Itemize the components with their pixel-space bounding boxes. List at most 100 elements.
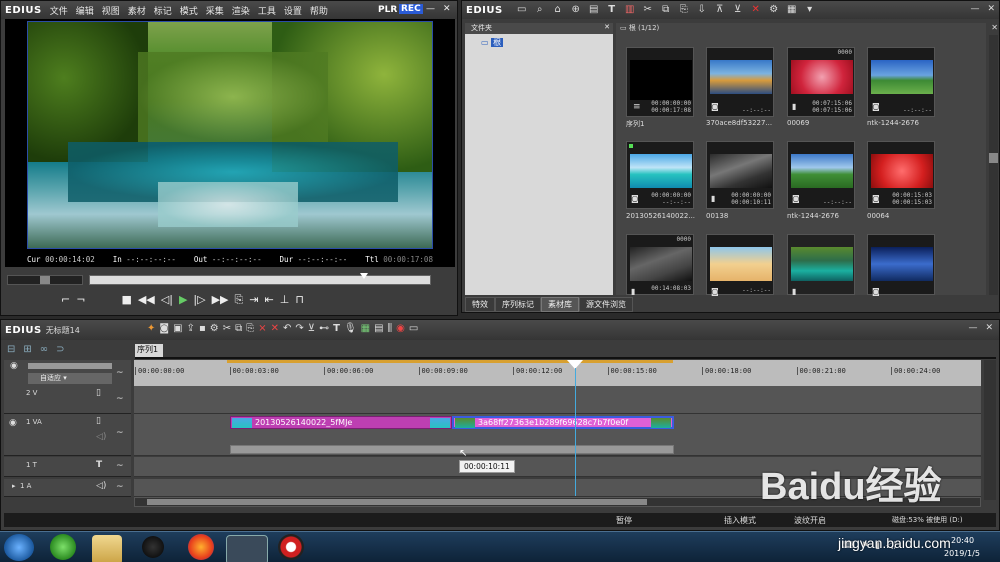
menu-help[interactable]: 帮助 bbox=[306, 4, 332, 17]
output-icon[interactable]: ⊓ bbox=[295, 293, 304, 307]
tab-source-browser[interactable]: 源文件浏览 bbox=[579, 297, 633, 312]
folder-root[interactable]: ▭ 根 bbox=[465, 34, 613, 51]
record-app-icon[interactable] bbox=[278, 534, 304, 560]
close-icon[interactable]: ✕ bbox=[443, 4, 451, 14]
export-icon[interactable]: ⇪ bbox=[187, 323, 195, 334]
title-icon[interactable]: T bbox=[605, 4, 619, 16]
keyboard-icon[interactable]: ⌨ bbox=[842, 541, 855, 551]
paste-icon[interactable]: ⎘ bbox=[246, 323, 254, 334]
set-in-out-icon[interactable]: ⊷ bbox=[319, 323, 329, 334]
network-icon[interactable]: ▮ bbox=[875, 541, 880, 551]
menu-render[interactable]: 渲染 bbox=[228, 4, 254, 17]
mode-insert-icon[interactable]: ⊟ bbox=[7, 344, 15, 355]
bin-close-icon[interactable]: ✕ bbox=[987, 4, 995, 14]
sync-lock-icon[interactable]: ∞ bbox=[40, 344, 48, 355]
menu-mode[interactable]: 模式 bbox=[176, 4, 202, 17]
effect-icon[interactable]: ✦ bbox=[147, 323, 155, 334]
timeline-clip[interactable]: 3a68ff27363e1b289f69628c7b7f0e0f bbox=[452, 416, 674, 429]
color-bars-icon[interactable]: ▥ bbox=[623, 4, 637, 16]
grid-icon[interactable]: ▤ bbox=[374, 323, 383, 334]
record-icon[interactable]: ◉ bbox=[396, 323, 405, 334]
search-icon[interactable]: ⌕ bbox=[533, 4, 547, 16]
clip-thumbnail[interactable]: 0000 00:07:15:06 00:07:15:06 ▮ bbox=[787, 47, 855, 117]
timeline-clip[interactable]: 20130526140022_5fMJe bbox=[230, 416, 452, 429]
qq-icon[interactable] bbox=[142, 536, 164, 558]
menu-marker[interactable]: 标记 bbox=[150, 4, 176, 17]
clip-thumbnail[interactable]: ◙ bbox=[867, 234, 935, 296]
tab-bin[interactable]: 素材库 bbox=[541, 297, 579, 312]
up-folder-icon[interactable]: ⌂ bbox=[551, 4, 565, 16]
track-lane-1t[interactable] bbox=[134, 457, 981, 477]
menu-view[interactable]: 视图 bbox=[98, 4, 124, 17]
snapshot-icon[interactable]: ◙ bbox=[159, 323, 169, 334]
undo-icon[interactable]: ↶ bbox=[283, 323, 291, 334]
delete-icon[interactable]: ✕ bbox=[749, 4, 763, 16]
stop-icon[interactable]: ■ bbox=[121, 293, 131, 307]
timeline-hscroll[interactable] bbox=[134, 497, 981, 507]
add-marker-icon[interactable]: ⊻ bbox=[308, 323, 315, 334]
track-lane-1a[interactable] bbox=[134, 479, 981, 497]
title-icon[interactable]: T bbox=[333, 323, 340, 334]
layout-icon[interactable]: ▭ bbox=[409, 323, 418, 334]
clip-thumbnail[interactable]: 00:00:15:03 00:00:15:03 ◙ bbox=[867, 141, 935, 209]
start-button[interactable] bbox=[4, 534, 34, 561]
flag-icon[interactable]: ⚑ bbox=[861, 541, 869, 551]
menu-edit[interactable]: 编辑 bbox=[72, 4, 98, 17]
properties-icon[interactable]: ⚙ bbox=[767, 4, 781, 16]
mic-icon[interactable]: 🎙 bbox=[344, 323, 357, 334]
scrub-bar[interactable] bbox=[89, 273, 431, 285]
sequence-tab[interactable]: 序列1 bbox=[135, 344, 163, 357]
insert-icon[interactable]: ⊼ bbox=[713, 4, 727, 16]
tab-effects[interactable]: 特效 bbox=[465, 297, 495, 312]
folder-panel-close-icon[interactable]: ✕ bbox=[604, 23, 610, 31]
clip-thumbnail[interactable]: 00:00:00:00 --:--:-- ◙ bbox=[626, 141, 694, 209]
timeline-vscroll[interactable] bbox=[984, 360, 996, 500]
shuttle-slider[interactable] bbox=[7, 275, 83, 285]
set-in-icon[interactable]: ⌐ bbox=[61, 293, 70, 307]
menu-file[interactable]: 文件 bbox=[46, 4, 72, 17]
clock-time[interactable]: 20:40 bbox=[951, 536, 974, 545]
cut-icon[interactable]: ✂ bbox=[223, 323, 231, 334]
zoom-slider[interactable] bbox=[28, 363, 112, 369]
track-lane-1va[interactable]: 20130526140022_5fMJe 3a68ff27363e1b289f6… bbox=[134, 414, 981, 456]
loop-icon[interactable]: ⎘ bbox=[235, 293, 244, 307]
mixer-icon[interactable]: ⫼ bbox=[388, 323, 393, 334]
wave-icon[interactable]: ~ bbox=[116, 368, 124, 378]
clip-thumbnail[interactable]: 00:00:00:00 00:00:17:08 ≡ bbox=[626, 47, 694, 117]
rewind-icon[interactable]: ◀◀ bbox=[138, 293, 155, 307]
time-ruler[interactable]: 00:00:00:00 00:00:03:00 00:00:06:00 00:00:0… bbox=[134, 360, 981, 386]
clip-thumbnail[interactable]: --:--:-- ◙ bbox=[706, 234, 774, 296]
timeline-minimize-icon[interactable]: — bbox=[968, 323, 977, 333]
bin-minimize-icon[interactable]: — bbox=[970, 4, 979, 14]
add-clip-icon[interactable]: ⊕ bbox=[569, 4, 583, 16]
redo-icon[interactable]: ↷ bbox=[295, 323, 303, 334]
clip-thumbnail[interactable]: 0000 00:14:08:03 ▮ bbox=[626, 234, 694, 296]
insert-to-timeline-icon[interactable]: ⇥ bbox=[249, 293, 258, 307]
eye-icon[interactable]: ◉ bbox=[10, 361, 18, 371]
clip-thumbnail[interactable]: 00:00:00:00 00:00:10:11 ▮ bbox=[706, 141, 774, 209]
rec-toggle[interactable]: REC bbox=[399, 4, 423, 14]
explorer-icon[interactable] bbox=[92, 535, 122, 562]
track-header-1t[interactable]: 1 T T ~ bbox=[4, 457, 131, 477]
settings-icon[interactable]: ⚙ bbox=[210, 323, 219, 334]
minimize-icon[interactable]: — bbox=[426, 4, 435, 14]
copy-icon[interactable]: ⧉ bbox=[659, 4, 673, 16]
match-frame-icon[interactable]: ⊥ bbox=[280, 293, 290, 307]
tab-sequence-markers[interactable]: 序列标记 bbox=[495, 297, 541, 312]
menu-clip[interactable]: 素材 bbox=[124, 4, 150, 17]
paste-icon[interactable]: ⎘ bbox=[677, 4, 691, 16]
bin-menu-icon[interactable]: ▾ bbox=[803, 4, 817, 16]
clip-thumbnail[interactable]: --:--:-- ◙ bbox=[867, 47, 935, 117]
add-to-timeline-icon[interactable]: ⇩ bbox=[695, 4, 709, 16]
playhead-marker[interactable] bbox=[360, 273, 368, 279]
clip-thumbnail[interactable]: --:--:-- ◙ bbox=[787, 141, 855, 209]
menu-tools[interactable]: 工具 bbox=[254, 4, 280, 17]
clip-thumbnail[interactable]: --:--:-- ◙ bbox=[706, 47, 774, 117]
track-lane-2v[interactable] bbox=[134, 386, 981, 414]
copy-icon[interactable]: ⧉ bbox=[235, 323, 242, 334]
overwrite-to-timeline-icon[interactable]: ⇤ bbox=[265, 293, 274, 307]
fast-forward-icon[interactable]: ▶▶ bbox=[212, 293, 229, 307]
set-out-icon[interactable]: ¬ bbox=[76, 293, 85, 307]
step-back-icon[interactable]: ◁| bbox=[161, 293, 173, 307]
link-icon[interactable]: ⊃ bbox=[56, 344, 64, 355]
